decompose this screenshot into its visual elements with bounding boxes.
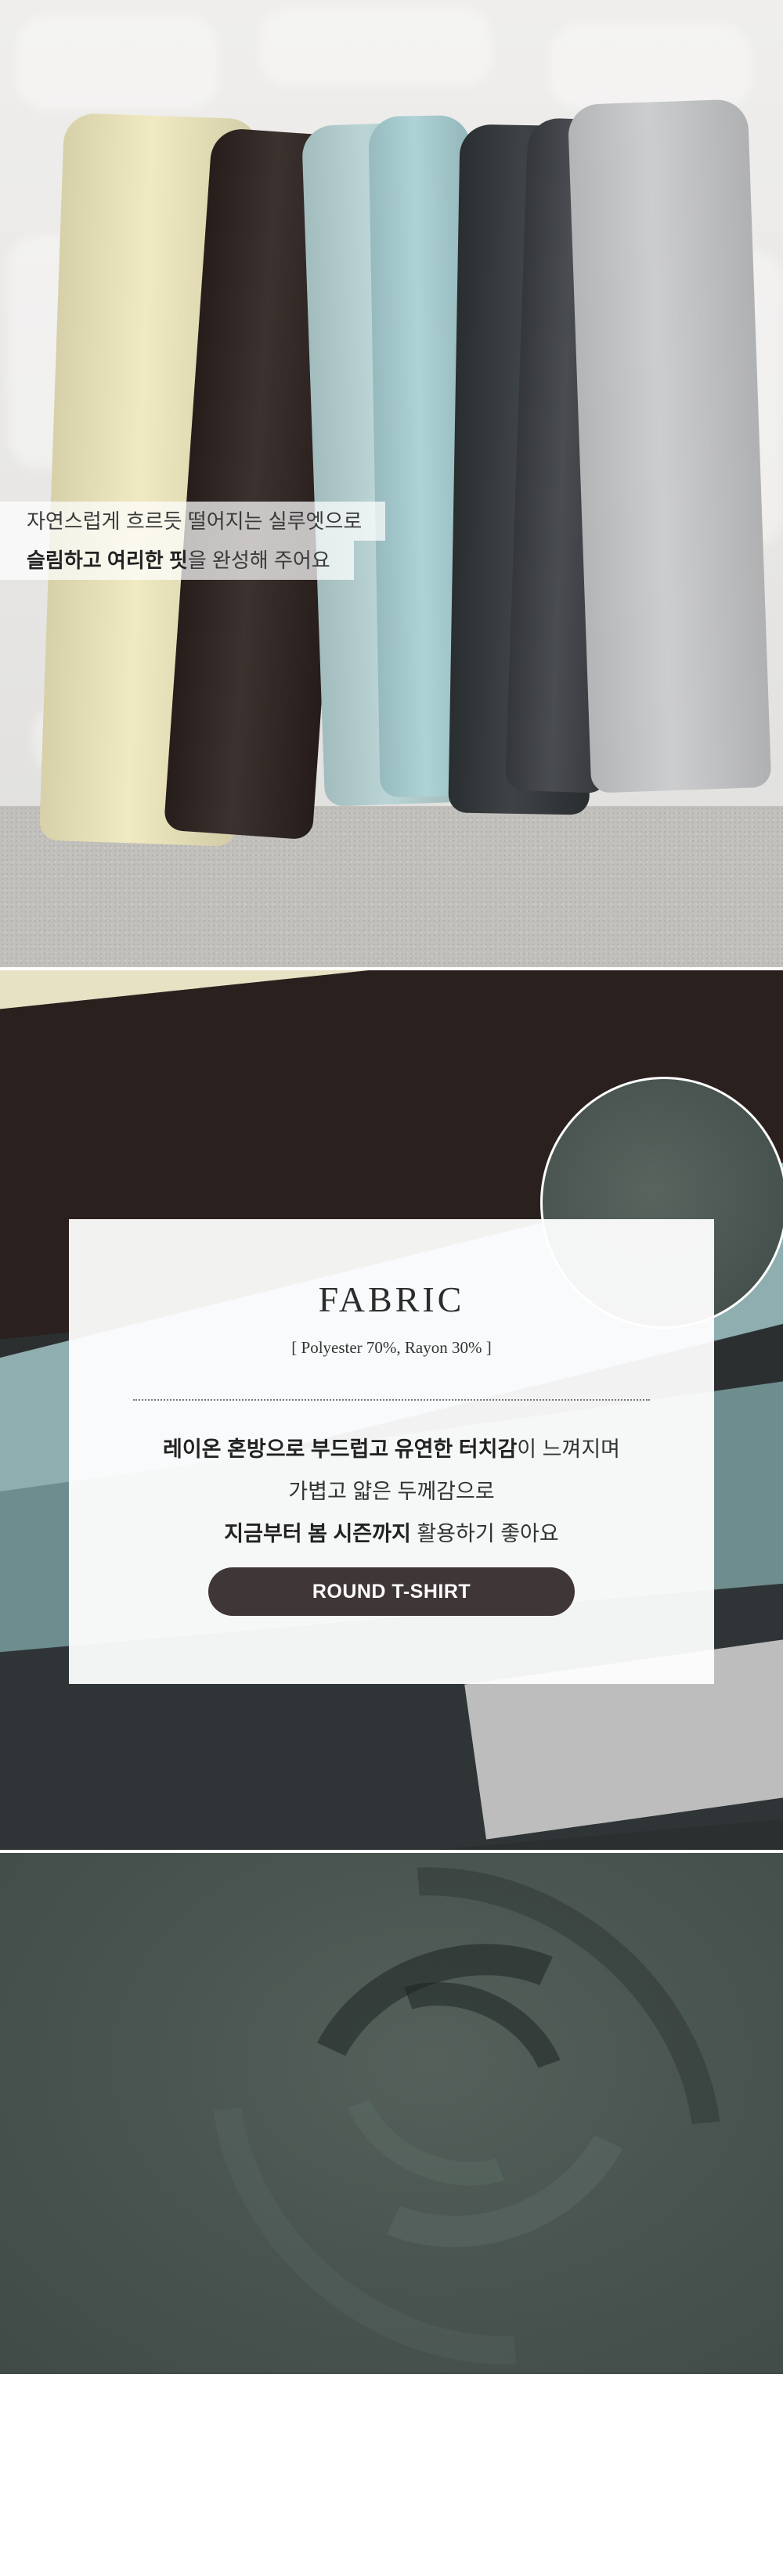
fabric-title: FABRIC [318, 1279, 465, 1319]
description-line-3-rest: 활용하기 좋아요 [410, 1522, 559, 1545]
description-line-2-text: 가볍고 얇은 두께감으로 [288, 1480, 495, 1503]
description-line-3: 지금부터 봄 시즌까지 활용하기 좋아요 [69, 1516, 714, 1547]
caption-line-2-bold: 슬림하고 여리한 핏 [27, 549, 188, 572]
dotted-divider [133, 1399, 650, 1401]
fabric-twist-fold [110, 1853, 783, 2374]
caption-line-1-text: 자연스럽게 흐르듯 떨어지는 실루엣으로 [27, 509, 363, 533]
fabric-info-card: FABRIC [ Polyester 70%, Rayon 30% ] 레이온 … [69, 1219, 714, 1684]
round-tshirt-button[interactable]: ROUND T-SHIRT [208, 1567, 575, 1616]
description-line-1-rest: 이 느껴지며 [517, 1437, 620, 1461]
description-line-3-bold: 지금부터 봄 시즌까지 [224, 1522, 411, 1545]
description-line-1-bold: 레이온 혼방으로 부드럽고 유연한 터치감 [163, 1437, 518, 1461]
shirt-lightgray [567, 99, 772, 793]
fabric-composition: [ Polyester 70%, Rayon 30% ] [291, 1338, 492, 1357]
shirts-lineup-photo: 자연스럽게 흐르듯 떨어지는 실루엣으로 슬림하고 여리한 핏을 완성해 주어요 [0, 0, 783, 967]
caption-line-2-rest: 을 완성해 주어요 [187, 549, 330, 572]
caption-line-2: 슬림하고 여리한 핏을 완성해 주어요 [0, 541, 354, 580]
description-line-1: 레이온 혼방으로 부드럽고 유연한 터치감이 느껴지며 [69, 1432, 714, 1462]
caption-line-1: 자연스럽게 흐르듯 떨어지는 실루엣으로 [0, 502, 386, 541]
fabric-closeup-photo [0, 1853, 783, 2374]
description-line-2: 가볍고 얇은 두께감으로 [69, 1474, 714, 1505]
